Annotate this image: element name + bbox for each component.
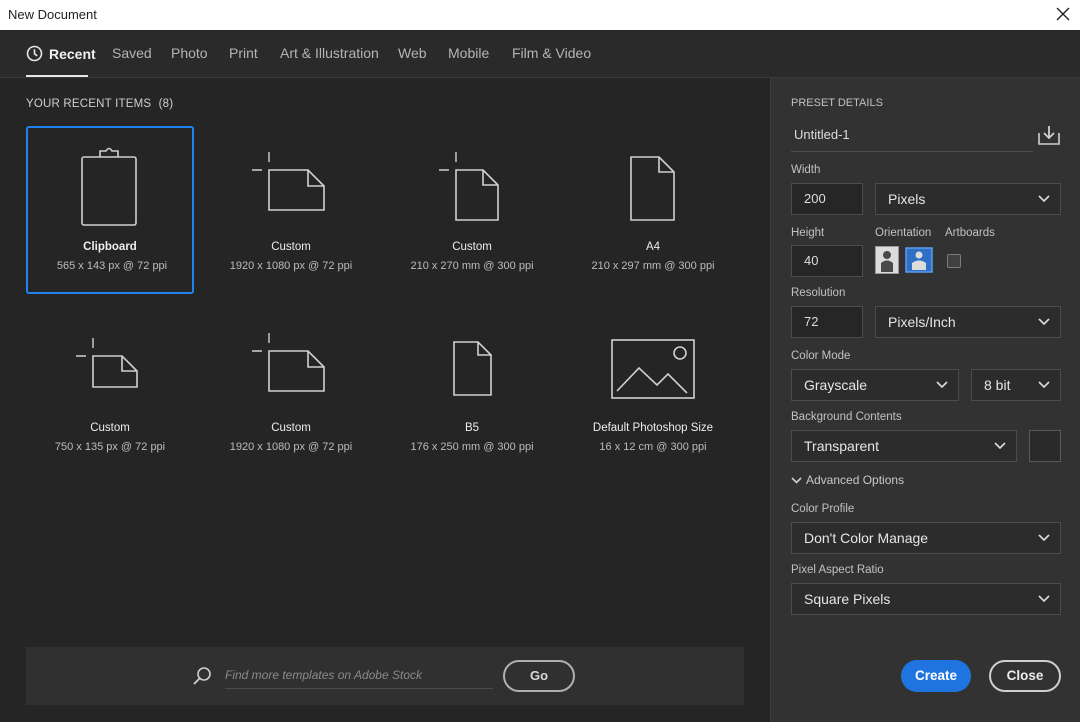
item-name: Custom xyxy=(90,422,130,434)
stock-search-input[interactable] xyxy=(225,661,493,689)
tab-recent[interactable]: Recent xyxy=(26,45,96,62)
item-desc: 750 x 135 px @ 72 ppi xyxy=(54,441,166,453)
item-name: Clipboard xyxy=(83,241,137,253)
background-color-swatch[interactable] xyxy=(1029,430,1061,462)
color-profile-label: Color Profile xyxy=(791,503,855,515)
background-contents-select[interactable]: Transparent xyxy=(791,430,1017,462)
chevron-down-icon xyxy=(1038,381,1050,389)
chevron-down-icon xyxy=(1038,534,1050,542)
custom-landscape-icon xyxy=(76,338,138,388)
width-label: Width xyxy=(791,164,821,176)
width-unit-select[interactable]: Pixels xyxy=(875,183,1061,215)
item-desc: 16 x 12 cm @ 300 ppi xyxy=(599,441,707,453)
recent-items-area: YOUR RECENT ITEMS (8) Clipboard 565 x 14… xyxy=(0,78,770,722)
document-name-field[interactable]: Untitled-1 xyxy=(791,120,1033,152)
height-input[interactable]: 40 xyxy=(791,245,863,277)
orientation-label: Orientation xyxy=(875,227,932,239)
item-name: Default Photoshop Size xyxy=(592,422,714,434)
image-icon xyxy=(611,339,695,399)
custom-portrait-icon xyxy=(439,152,499,221)
color-mode-label: Color Mode xyxy=(791,350,851,362)
chevron-down-icon xyxy=(1038,318,1050,326)
title-bar: New Document xyxy=(0,0,1080,30)
window-close-icon[interactable] xyxy=(1054,5,1072,23)
item-desc: 210 x 270 mm @ 300 ppi xyxy=(410,260,534,272)
item-name: Custom xyxy=(271,422,311,434)
item-name: Custom xyxy=(271,241,311,253)
tab-film-video[interactable]: Film & Video xyxy=(512,45,591,61)
tab-print[interactable]: Print xyxy=(229,45,258,61)
pixel-aspect-ratio-select[interactable]: Square Pixels xyxy=(791,583,1061,615)
recent-items-heading: YOUR RECENT ITEMS (8) xyxy=(26,98,174,110)
chevron-down-icon xyxy=(791,477,802,484)
advanced-options-toggle[interactable]: Advanced Options xyxy=(791,473,904,487)
color-mode-select[interactable]: Grayscale xyxy=(791,369,959,401)
tab-photo[interactable]: Photo xyxy=(171,45,208,61)
landscape-orientation-icon[interactable] xyxy=(905,246,933,274)
recent-item-custom-2[interactable]: Custom 210 x 270 mm @ 300 ppi xyxy=(388,126,556,294)
tab-art-illustration[interactable]: Art & Illustration xyxy=(280,45,379,61)
tab-label: Recent xyxy=(49,46,96,62)
category-tabs: Recent Saved Photo Print Art & Illustrat… xyxy=(0,30,1080,78)
bit-depth-select[interactable]: 8 bit xyxy=(971,369,1061,401)
document-icon xyxy=(630,156,675,221)
search-icon xyxy=(193,667,211,685)
chevron-down-icon xyxy=(994,442,1006,450)
clock-icon xyxy=(26,45,43,62)
color-profile-select[interactable]: Don't Color Manage xyxy=(791,522,1061,554)
close-button[interactable]: Close xyxy=(989,660,1061,692)
artboards-label: Artboards xyxy=(945,227,995,239)
preset-details-panel: PRESET DETAILS Untitled-1 Width 200 Pixe… xyxy=(770,78,1080,722)
background-contents-label: Background Contents xyxy=(791,411,902,423)
item-name: B5 xyxy=(464,422,480,434)
chevron-down-icon xyxy=(1038,595,1050,603)
go-button[interactable]: Go xyxy=(503,660,575,692)
window-title: New Document xyxy=(8,7,97,22)
create-button[interactable]: Create xyxy=(901,660,971,692)
tab-web[interactable]: Web xyxy=(398,45,427,61)
recent-item-clipboard[interactable]: Clipboard 565 x 143 px @ 72 ppi xyxy=(26,126,194,294)
item-name: Custom xyxy=(452,241,492,253)
height-label: Height xyxy=(791,227,825,239)
recent-item-custom-4[interactable]: Custom 1920 x 1080 px @ 72 ppi xyxy=(207,307,375,475)
recent-item-default-photoshop[interactable]: Default Photoshop Size 16 x 12 cm @ 300 … xyxy=(569,307,737,475)
item-desc: 1920 x 1080 px @ 72 ppi xyxy=(229,441,353,453)
save-preset-icon[interactable] xyxy=(1037,124,1061,146)
recent-item-b5[interactable]: B5 176 x 250 mm @ 300 ppi xyxy=(388,307,556,475)
item-desc: 1920 x 1080 px @ 72 ppi xyxy=(229,260,353,272)
chevron-down-icon xyxy=(1038,195,1050,203)
tab-mobile[interactable]: Mobile xyxy=(448,45,489,61)
recent-item-a4[interactable]: A4 210 x 297 mm @ 300 ppi xyxy=(569,126,737,294)
item-desc: 210 x 297 mm @ 300 ppi xyxy=(591,260,715,272)
chevron-down-icon xyxy=(936,381,948,389)
document-icon xyxy=(453,341,492,396)
tab-saved[interactable]: Saved xyxy=(112,45,152,61)
portrait-orientation-icon[interactable] xyxy=(875,246,899,274)
clipboard-icon xyxy=(81,147,137,226)
active-tab-indicator xyxy=(26,75,88,77)
resolution-unit-select[interactable]: Pixels/Inch xyxy=(875,306,1061,338)
item-desc: 565 x 143 px @ 72 ppi xyxy=(56,260,168,272)
item-name: A4 xyxy=(645,241,661,253)
custom-landscape-icon xyxy=(252,333,325,392)
resolution-label: Resolution xyxy=(791,287,846,299)
resolution-input[interactable]: 72 xyxy=(791,306,863,338)
recent-item-custom-1[interactable]: Custom 1920 x 1080 px @ 72 ppi xyxy=(207,126,375,294)
artboards-checkbox[interactable] xyxy=(947,254,961,268)
recent-item-custom-3[interactable]: Custom 750 x 135 px @ 72 ppi xyxy=(26,307,194,475)
preset-details-heading: PRESET DETAILS xyxy=(791,97,883,109)
custom-landscape-icon xyxy=(252,152,325,211)
width-input[interactable]: 200 xyxy=(791,183,863,215)
stock-search-bar: Go xyxy=(26,647,744,705)
item-desc: 176 x 250 mm @ 300 ppi xyxy=(410,441,534,453)
pixel-aspect-ratio-label: Pixel Aspect Ratio xyxy=(791,564,884,576)
